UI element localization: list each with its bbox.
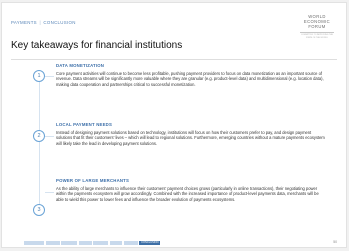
- footer-tab-conclusion[interactable]: CONCLUSION: [139, 241, 161, 245]
- takeaway-body: As the ability of large merchants to inf…: [56, 185, 319, 202]
- footer-tab[interactable]: [109, 241, 122, 245]
- footer-tab[interactable]: [93, 241, 109, 245]
- takeaway-heading: DATA MONETIZATION: [56, 63, 105, 68]
- logo-line-3: FORUM: [308, 23, 326, 29]
- takeaway-heading: LOCAL PAYMENT NEEDS: [56, 122, 113, 127]
- takeaway-body: Instead of designing payment solutions b…: [56, 129, 325, 146]
- takeaway-item-3: POWER OF LARGE MERCHANTS As the ability …: [56, 178, 326, 202]
- takeaway-number-1: 1: [33, 70, 45, 82]
- footer-tab[interactable]: [78, 241, 92, 245]
- page-title: Key takeaways for financial institutions: [11, 40, 183, 51]
- page-number: 50: [333, 240, 337, 244]
- title-divider: [11, 59, 337, 60]
- takeaway-number-3: 3: [33, 204, 45, 216]
- breadcrumb: PAYMENTS | CONCLUSION: [11, 20, 76, 25]
- takeaway-item-1: DATA MONETIZATION Core payment activitie…: [56, 63, 326, 87]
- logo-tagline: COMMITTED TO IMPROVING THE STATE OF THE …: [300, 32, 334, 39]
- footer-tab[interactable]: [61, 241, 78, 245]
- breadcrumb-separator: |: [39, 20, 41, 25]
- footer-nav: CONCLUSION: [24, 241, 161, 245]
- slide-page: PAYMENTS | CONCLUSION WORLD ECONOMIC FOR…: [1, 2, 347, 248]
- wef-logo: WORLD ECONOMIC FORUM COMMITTED TO IMPROV…: [300, 14, 334, 39]
- breadcrumb-section[interactable]: PAYMENTS: [11, 20, 37, 25]
- footer-tab[interactable]: [45, 241, 60, 245]
- connector-2: [45, 136, 54, 137]
- timeline-line: [39, 76, 40, 210]
- takeaway-body: Core payment activities will continue to…: [56, 70, 324, 87]
- connector-1: [45, 76, 54, 77]
- footer-tab[interactable]: [24, 241, 44, 245]
- takeaway-heading: POWER OF LARGE MERCHANTS: [56, 178, 130, 183]
- breadcrumb-current: CONCLUSION: [43, 20, 76, 25]
- connector-3: [45, 192, 54, 193]
- takeaway-item-2: LOCAL PAYMENT NEEDS Instead of designing…: [56, 122, 326, 146]
- takeaway-number-2: 2: [33, 130, 45, 142]
- footer-tab[interactable]: [123, 241, 138, 245]
